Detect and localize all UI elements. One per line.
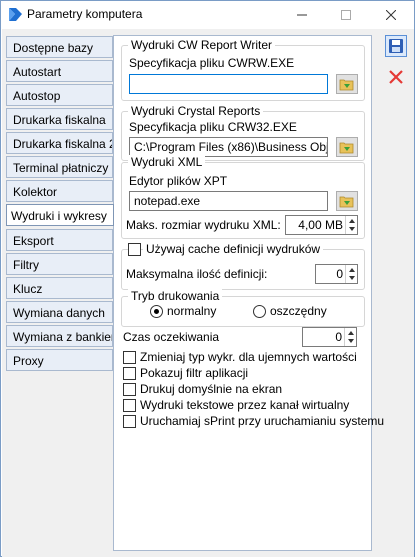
sprint-autostart-checkbox[interactable]	[123, 415, 136, 428]
crystal-spec-label: Specyfikacja pliku CRW32.EXE	[129, 120, 297, 134]
close-button[interactable]	[369, 1, 413, 29]
title-bar[interactable]: Parametry komputera	[1, 1, 414, 29]
window-title: Parametry komputera	[27, 7, 143, 21]
nav-item-terminal-platniczy[interactable]: Terminal płatniczy	[6, 156, 113, 178]
timeout-spinner[interactable]: 0	[302, 327, 357, 347]
maximize-icon	[341, 10, 351, 20]
print-mode-normal-label: normalny	[167, 304, 217, 318]
window: Parametry komputera Dostępne bazy Autost…	[0, 0, 415, 557]
nav-item-dostepne-bazy[interactable]: Dostępne bazy	[6, 36, 113, 58]
xml-max-size-label: Maks. rozmiar wydruku XML:	[126, 218, 281, 232]
spin-arrows-icon[interactable]	[344, 328, 356, 346]
spin-arrows-icon[interactable]	[345, 265, 357, 283]
print-to-screen-label: Drukuj domyślnie na ekran	[140, 382, 283, 396]
app-logo-icon	[9, 8, 22, 21]
print-mode-group: Tryb drukowania normalny oszczędny	[121, 289, 365, 327]
xml-max-size-value: 4,00 MB	[298, 218, 343, 232]
xml-editor-label: Edytor plików XPT	[129, 174, 228, 188]
use-cache-checkbox[interactable]	[128, 243, 141, 256]
xpt-editor-browse-button[interactable]	[336, 191, 358, 211]
xml-group-title: Wydruki XML	[128, 155, 206, 169]
minimize-button[interactable]	[280, 1, 324, 29]
show-app-filter-label: Pokazuj filtr aplikacji	[140, 366, 249, 380]
xpt-editor-input[interactable]: notepad.exe	[129, 191, 328, 211]
print-mode-economy-radio[interactable]	[253, 305, 266, 318]
cancel-x-icon	[389, 70, 403, 84]
cache-group: Używaj cache definicji wydruków Maksymal…	[121, 242, 365, 290]
nav-item-klucz[interactable]: Klucz	[6, 277, 113, 299]
max-defs-value: 0	[336, 267, 343, 281]
client-area: Dostępne bazy Autostart Autostop Drukark…	[2, 29, 414, 557]
nav-item-filtry[interactable]: Filtry	[6, 253, 113, 275]
nav-item-wydruki-i-wykresy[interactable]: Wydruki i wykresy	[6, 204, 114, 226]
crystal-reports-group: Wydruki Crystal Reports Specyfikacja pli…	[121, 104, 365, 161]
nav-item-drukarka-fiskalna[interactable]: Drukarka fiskalna	[6, 108, 113, 130]
nav-item-drukarka-fiskalna-2[interactable]: Drukarka fiskalna 2	[6, 132, 113, 154]
nav-item-eksport[interactable]: Eksport	[6, 229, 113, 251]
nav-item-autostop[interactable]: Autostop	[6, 84, 113, 106]
print-mode-economy-label: oszczędny	[270, 304, 327, 318]
virtual-channel-label: Wydruki tekstowe przez kanał wirtualny	[140, 398, 350, 412]
print-to-screen-checkbox[interactable]	[123, 383, 136, 396]
minimize-icon	[297, 14, 307, 16]
print-mode-title: Tryb drukowania	[128, 289, 223, 303]
cw-spec-label: Specyfikacja pliku CWRW.EXE	[129, 56, 295, 70]
crw32-path-input[interactable]: C:\Program Files (x86)\Business Object	[129, 137, 328, 157]
close-icon	[386, 10, 396, 20]
cw-report-writer-group: Wydruki CW Report Writer Specyfikacja pl…	[121, 38, 365, 101]
folder-open-icon	[339, 196, 354, 208]
nav-item-autostart[interactable]: Autostart	[6, 60, 113, 82]
max-defs-spinner[interactable]: 0	[315, 264, 358, 284]
folder-open-icon	[339, 79, 354, 91]
print-mode-normal-radio[interactable]	[150, 305, 163, 318]
virtual-channel-checkbox[interactable]	[123, 399, 136, 412]
crw32-browse-button[interactable]	[336, 137, 358, 157]
xml-max-size-spinner[interactable]: 4,00 MB	[285, 215, 358, 235]
use-cache-label: Używaj cache definicji wydruków	[143, 242, 324, 256]
cancel-button[interactable]	[385, 66, 407, 88]
nav-item-wymiana-z-bankiem[interactable]: Wymiana z bankiem	[6, 325, 113, 347]
save-floppy-icon	[389, 39, 403, 53]
show-app-filter-checkbox[interactable]	[123, 367, 136, 380]
cwrw-path-input[interactable]	[129, 74, 328, 94]
timeout-label: Czas oczekiwania	[123, 330, 220, 344]
maximize-button[interactable]	[324, 1, 368, 29]
spin-arrows-icon[interactable]	[345, 216, 357, 234]
negative-chart-type-checkbox[interactable]	[123, 351, 136, 364]
max-defs-label: Maksymalna ilość definicji:	[126, 267, 268, 281]
nav-item-kolektor[interactable]: Kolektor	[6, 180, 113, 202]
nav-item-proxy[interactable]: Proxy	[6, 349, 113, 371]
folder-open-icon	[339, 142, 354, 154]
save-button[interactable]	[385, 35, 407, 57]
negative-chart-type-label: Zmieniaj typ wykr. dla ujemnych wartości	[140, 350, 357, 364]
nav-item-wymiana-danych[interactable]: Wymiana danych	[6, 301, 113, 323]
xml-group: Wydruki XML Edytor plików XPT notepad.ex…	[121, 155, 365, 239]
sprint-autostart-label: Uruchamiaj sPrint przy uruchamianiu syst…	[140, 414, 385, 428]
crystal-group-title: Wydruki Crystal Reports	[128, 104, 264, 118]
cwrw-browse-button[interactable]	[336, 74, 358, 94]
settings-panel: Wydruki CW Report Writer Specyfikacja pl…	[113, 35, 384, 551]
timeout-value: 0	[335, 330, 342, 344]
cw-group-title: Wydruki CW Report Writer	[128, 38, 276, 52]
